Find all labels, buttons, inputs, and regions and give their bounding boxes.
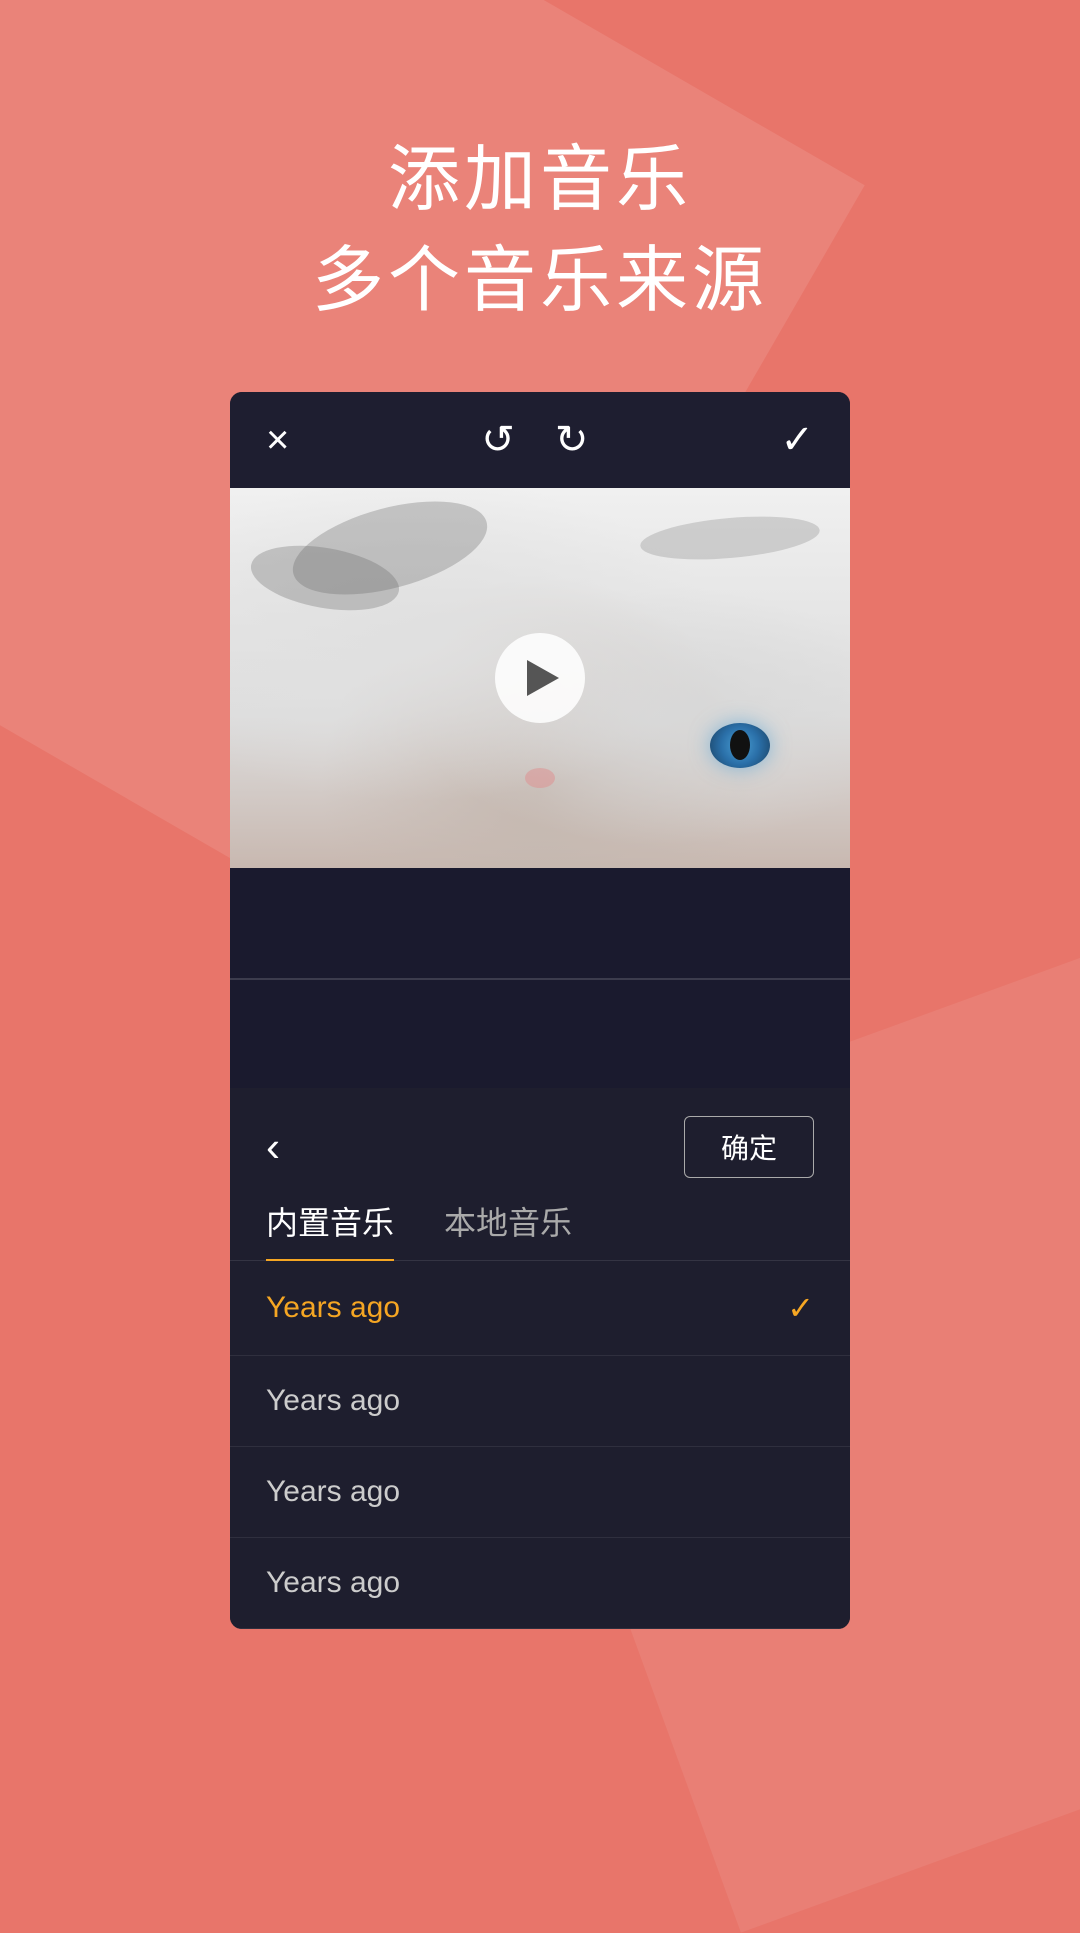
music-tabs: 内置音乐 本地音乐	[230, 1198, 850, 1261]
header-section: 添加音乐 多个音乐来源	[0, 0, 1080, 392]
video-preview	[230, 488, 850, 868]
tab-builtin[interactable]: 内置音乐	[266, 1198, 394, 1260]
confirm-button[interactable]: 确定	[684, 1116, 814, 1178]
music-list: Years ago ✓ Years ago Years ago Years ag…	[230, 1261, 850, 1629]
toolbar: × ↺ ↻ ✓	[230, 392, 850, 488]
header-line2: 多个音乐来源	[0, 231, 1080, 332]
music-check-icon: ✓	[787, 1289, 814, 1327]
music-item-1[interactable]: Years ago ✓	[230, 1261, 850, 1356]
music-panel: ‹ 确定 内置音乐 本地音乐 Years ago ✓ Years ago Yea…	[230, 1088, 850, 1629]
toolbar-center: ↺ ↻	[481, 420, 588, 460]
header-line1: 添加音乐	[0, 130, 1080, 231]
back-button[interactable]: ‹	[266, 1123, 280, 1171]
header-title: 添加音乐 多个音乐来源	[0, 130, 1080, 332]
tab-local[interactable]: 本地音乐	[444, 1198, 572, 1260]
cat-eye	[710, 723, 770, 768]
confirm-button[interactable]: ✓	[780, 420, 814, 460]
cat-nose	[525, 768, 555, 788]
play-button[interactable]	[495, 633, 585, 723]
waveform-area	[230, 868, 850, 1088]
music-nav: ‹ 确定	[230, 1088, 850, 1198]
cat-detail	[639, 510, 822, 566]
timeline-line	[230, 978, 850, 980]
undo-button[interactable]: ↺	[481, 420, 515, 460]
close-button[interactable]: ×	[266, 420, 289, 460]
music-item-2[interactable]: Years ago	[230, 1356, 850, 1447]
music-item-3[interactable]: Years ago	[230, 1447, 850, 1538]
music-item-title: Years ago	[266, 1475, 400, 1509]
music-item-title: Years ago	[266, 1291, 400, 1325]
music-item-title: Years ago	[266, 1384, 400, 1418]
redo-button[interactable]: ↻	[555, 420, 589, 460]
music-item-4[interactable]: Years ago	[230, 1538, 850, 1629]
music-item-title: Years ago	[266, 1566, 400, 1600]
play-icon	[527, 660, 559, 696]
app-card: × ↺ ↻ ✓ ‹ 确定	[230, 392, 850, 1629]
